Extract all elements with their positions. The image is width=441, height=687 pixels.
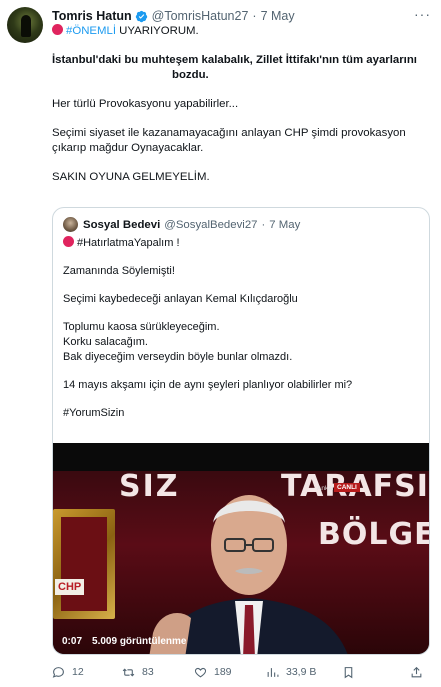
like-count: 189 xyxy=(214,666,232,678)
tweet-actions: 12 83 189 33,9 B xyxy=(52,663,432,681)
verified-badge-icon xyxy=(135,10,147,22)
tweet-bold-line-2: bozdu. xyxy=(172,69,209,81)
separator-dot: · xyxy=(252,9,257,23)
video-time: 0:07 xyxy=(62,636,83,647)
tweet-date[interactable]: 7 May xyxy=(261,9,295,23)
more-icon[interactable]: ··· xyxy=(414,6,431,22)
red-circle-icon xyxy=(63,236,74,247)
video-player[interactable]: SIZ TARAFSIZ Ankara CANLI BÖLGE CHP 0:07 xyxy=(53,443,429,654)
video-views: 5.009 görüntülenme xyxy=(92,636,187,647)
bookmark-icon xyxy=(344,666,353,678)
quoted-separator-dot: · xyxy=(261,218,266,231)
picture-frame xyxy=(53,509,115,619)
heart-icon xyxy=(194,667,207,677)
quoted-avatar xyxy=(63,217,78,232)
reply-count: 12 xyxy=(72,666,84,678)
retweet-count: 83 xyxy=(142,666,154,678)
quoted-text-2: Seçimi kaybedeceği anlayan Kemal Kılıçda… xyxy=(63,293,298,305)
tweet[interactable]: Tomris Hatun @TomrisHatun27 · 7 May ··· … xyxy=(0,0,441,687)
reply-icon xyxy=(52,666,64,678)
tweet-paragraph-3: SAKIN OYUNA GELMEYELİM. xyxy=(52,171,210,183)
bookmark-button[interactable] xyxy=(342,666,362,679)
share-icon xyxy=(411,666,422,677)
quoted-text-1: Zamanında Söylemişti! xyxy=(63,265,175,277)
quoted-author-name: Sosyal Bedevi xyxy=(83,218,161,231)
tweet-line-hashtag: #ÖNEMLİ UYARIYORUM. xyxy=(52,24,432,39)
tweet-text: #ÖNEMLİ UYARIYORUM. İstanbul'daki bu muh… xyxy=(52,24,432,185)
quoted-date: 7 May xyxy=(269,218,301,231)
quoted-text-5: Bak diyeceğim verseydin böyle bunlar olm… xyxy=(63,351,293,363)
retweet-icon xyxy=(122,667,135,677)
views-icon xyxy=(267,667,279,677)
reply-button[interactable]: 12 xyxy=(52,666,84,679)
video-controls: 0:07 5.009 görüntülenme xyxy=(62,636,186,647)
tweet-paragraph-1: Her türlü Provokasyonu yapabilirler... xyxy=(52,98,239,110)
video-letterbox xyxy=(53,443,429,471)
party-logo: CHP xyxy=(55,579,85,595)
quoted-text-6: 14 mayıs akşamı için de aynı şeyleri pla… xyxy=(63,379,353,391)
quoted-hashtag-line: #HatırlatmaYapalım ! xyxy=(63,236,419,251)
author-handle[interactable]: @TomrisHatun27 xyxy=(152,9,249,23)
author-name[interactable]: Tomris Hatun xyxy=(52,9,132,23)
quoted-author-handle: @SosyalBedevi27 xyxy=(164,218,258,231)
quoted-text: #HatırlatmaYapalım ! Zamanında Söylemişt… xyxy=(63,236,419,421)
share-button[interactable] xyxy=(410,666,430,679)
view-count: 33,9 B xyxy=(286,666,317,678)
retweet-button[interactable]: 83 xyxy=(122,666,154,679)
quoted-header: Sosyal Bedevi @SosyalBedevi27 · 7 May xyxy=(63,217,300,232)
tweet-paragraph-2a: Seçimi siyaset ile kazanamayacağını anla… xyxy=(52,127,406,139)
tweet-line-rest: UYARIYORUM. xyxy=(116,25,199,37)
tweet-bold-line-1: İstanbul'daki bu muhteşem kalabalık, Zil… xyxy=(52,54,417,66)
tweet-paragraph-2b: çıkarıp mağdur Oynayacaklar. xyxy=(52,142,204,154)
quoted-hashtag-2: #YorumSizin xyxy=(63,407,125,419)
quoted-hashtag-1: #HatırlatmaYapalım ! xyxy=(77,237,180,249)
views-button[interactable]: 33,9 B xyxy=(266,666,316,679)
red-circle-icon xyxy=(52,24,63,35)
like-button[interactable]: 189 xyxy=(194,666,232,679)
quoted-tweet[interactable]: Sosyal Bedevi @SosyalBedevi27 · 7 May #H… xyxy=(52,207,430,655)
tweet-header: Tomris Hatun @TomrisHatun27 · 7 May xyxy=(52,7,295,25)
quoted-text-3: Toplumu kaosa sürükleyeceğim. xyxy=(63,321,220,333)
hashtag-link[interactable]: #ÖNEMLİ xyxy=(66,25,116,37)
video-person-figure xyxy=(149,495,348,654)
quoted-text-4: Korku salacağım. xyxy=(63,336,148,348)
author-avatar[interactable] xyxy=(7,7,43,43)
